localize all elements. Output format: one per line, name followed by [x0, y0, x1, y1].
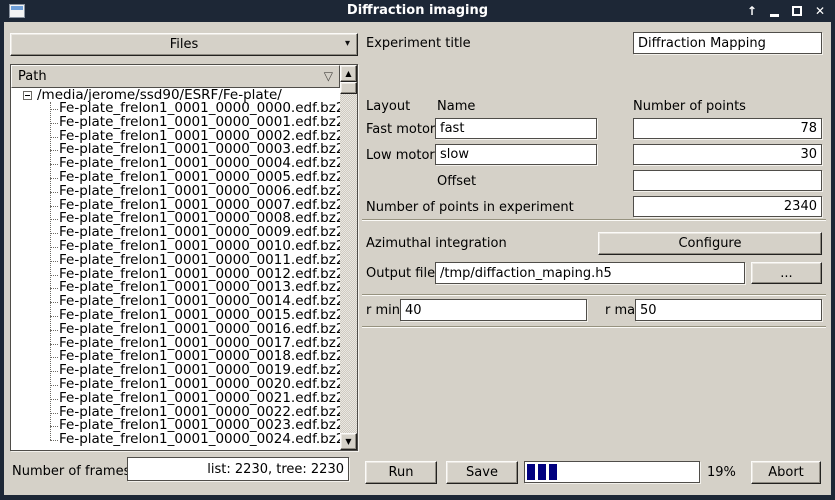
- layout-header: Layout: [366, 99, 410, 115]
- tree-header-path[interactable]: Path ▽: [11, 65, 340, 88]
- run-button[interactable]: Run: [365, 461, 437, 484]
- fast-motor-label: Fast motor: [366, 122, 435, 138]
- titlebar[interactable]: Diffraction imaging ↑ ✕: [0, 0, 835, 22]
- experiment-title-field[interactable]: [633, 32, 822, 54]
- tree-file-item[interactable]: Fe-plate_frelon1_0001_0000_0024.edf.bz2: [13, 433, 340, 447]
- files-dropdown[interactable]: Files ▾: [10, 33, 358, 56]
- r-max-field[interactable]: [635, 299, 822, 321]
- r-min-label: r min: [366, 303, 400, 319]
- r-min-field[interactable]: [400, 299, 587, 321]
- separator: [362, 326, 826, 327]
- file-tree: Path ▽ /media/jerome/ssd90/ESRF/Fe-plate…: [10, 64, 358, 451]
- tree-children: Fe-plate_frelon1_0001_0000_0000.edf.bz2 …: [13, 102, 340, 447]
- low-motor-label: Low motor: [366, 148, 435, 164]
- fast-motor-name-field[interactable]: [435, 118, 597, 139]
- offset-label: Offset: [437, 174, 476, 190]
- files-dropdown-label: Files: [11, 37, 357, 52]
- separator: [362, 219, 826, 220]
- name-header: Name: [437, 99, 475, 115]
- low-motor-name-field[interactable]: [435, 144, 597, 165]
- tree-scrollbar[interactable]: ▲ ▼: [340, 65, 357, 450]
- shade-icon[interactable]: ↑: [747, 0, 757, 22]
- scroll-down-icon[interactable]: ▼: [340, 433, 357, 450]
- scrollbar-thumb[interactable]: [340, 82, 357, 94]
- offset-field[interactable]: [633, 170, 822, 191]
- output-file-label: Output file: [366, 266, 435, 282]
- window-title: Diffraction imaging: [0, 3, 835, 18]
- output-file-field[interactable]: [435, 262, 745, 284]
- low-motor-points-field[interactable]: [633, 144, 822, 165]
- sort-indicator-icon: ▽: [324, 69, 333, 83]
- azimuthal-label: Azimuthal integration: [366, 236, 507, 252]
- total-points-label: Number of points in experiment: [366, 200, 574, 216]
- browse-button[interactable]: ...: [751, 262, 822, 284]
- progress-fill: [527, 464, 559, 480]
- progress-bar: [524, 461, 700, 483]
- fast-motor-points-field[interactable]: [633, 118, 822, 139]
- minimize-icon[interactable]: [770, 14, 779, 17]
- maximize-icon[interactable]: [792, 6, 802, 16]
- configure-button[interactable]: Configure: [598, 232, 822, 255]
- chevron-down-icon: ▾: [345, 38, 350, 49]
- points-header: Number of points: [633, 99, 746, 115]
- frames-label: Number of frames: [12, 464, 130, 480]
- experiment-title-label: Experiment title: [366, 36, 471, 52]
- progress-percent-label: 19%: [707, 465, 736, 481]
- scroll-up-icon[interactable]: ▲: [340, 65, 357, 82]
- window-controls: ↑ ✕: [747, 0, 825, 22]
- total-points-field[interactable]: [633, 196, 822, 217]
- close-icon[interactable]: ✕: [815, 0, 825, 22]
- collapse-expander-icon[interactable]: [23, 91, 32, 100]
- separator: [362, 294, 826, 295]
- save-button[interactable]: Save: [446, 461, 518, 484]
- app-window: Diffraction imaging ↑ ✕ Files ▾ Path ▽ /…: [0, 0, 835, 500]
- frames-count-field[interactable]: [127, 457, 349, 481]
- tree-header-label: Path: [18, 69, 47, 84]
- tree-file-label: Fe-plate_frelon1_0001_0000_0024.edf.bz2: [59, 431, 340, 447]
- tree-body: /media/jerome/ssd90/ESRF/Fe-plate/ Fe-pl…: [13, 88, 340, 450]
- abort-button[interactable]: Abort: [751, 461, 821, 484]
